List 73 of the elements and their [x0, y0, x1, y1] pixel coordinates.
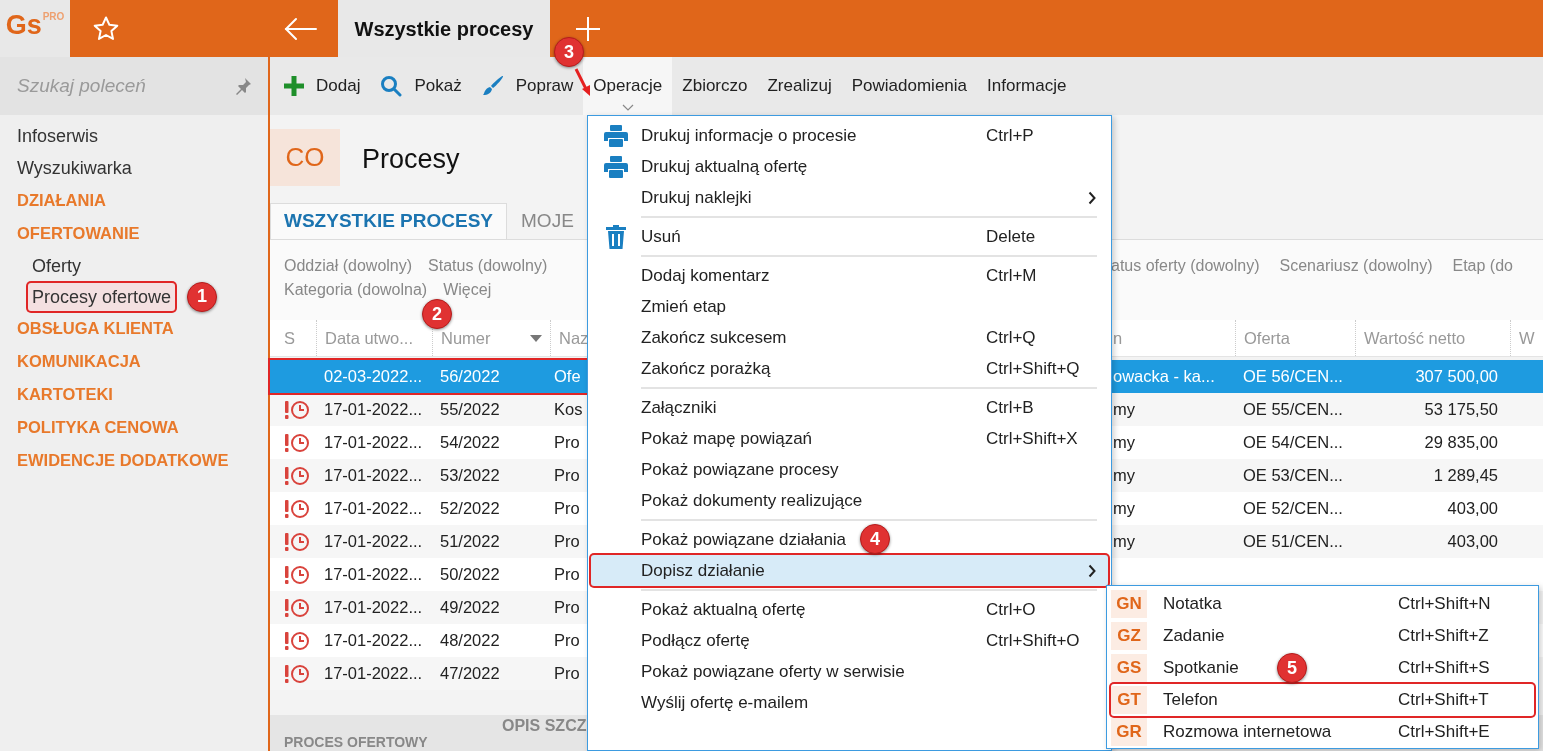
- shortcut-text: Ctrl+Shift+O: [986, 629, 1081, 652]
- table-cell-text: 17-01-2022...: [324, 531, 423, 553]
- table-cell-text: 47/2022: [440, 663, 500, 685]
- table-cell-text: OE 56/CEN...: [1243, 366, 1343, 388]
- table-cell-text: 29 835,00: [1424, 432, 1498, 454]
- logo-label: PRO: [42, 12, 65, 22]
- shortcut-text: Ctrl+M: [986, 264, 1038, 287]
- callout-badge: 4: [860, 524, 890, 554]
- table-cell-text: OE 54/CEN...: [1243, 432, 1343, 454]
- table-cell-text: my: [1113, 465, 1135, 487]
- table-cell-text: 49/2022: [440, 597, 500, 619]
- table-cell-text: 403,00: [1447, 498, 1498, 520]
- module-badge: CO: [270, 129, 340, 186]
- table-cell-text: 02-03-2022...: [324, 366, 423, 388]
- table-cell-text: 50/2022: [440, 564, 500, 586]
- table-cell-text: 17-01-2022...: [324, 663, 423, 685]
- table-cell-text: 17-01-2022...: [324, 564, 423, 586]
- table-cell-text: 55/2022: [440, 399, 500, 421]
- table-cell-text: Pro: [554, 564, 580, 586]
- table-cell-text: OE 53/CEN...: [1243, 465, 1343, 487]
- table-cell-text: my: [1113, 531, 1135, 553]
- table-cell-text: 17-01-2022...: [324, 630, 423, 652]
- type-badge: GZ: [1111, 622, 1147, 650]
- shortcut-text: Ctrl+Shift+S: [1398, 657, 1491, 680]
- shortcut-text: Ctrl+Shift+Z: [1398, 625, 1490, 648]
- table-cell-text: 17-01-2022...: [324, 597, 423, 619]
- table-cell-text: 17-01-2022...: [324, 465, 423, 487]
- table-cell-text: 53/2022: [440, 465, 500, 487]
- shortcut-text: Ctrl+Shift+N: [1398, 593, 1492, 616]
- logo-text: Gs: [5, 12, 42, 39]
- type-badge: GR: [1111, 718, 1147, 746]
- callout-badge: 5: [1277, 653, 1307, 683]
- table-cell-text: 51/2022: [440, 531, 500, 553]
- shortcut-text: Ctrl+Shift+E: [1398, 721, 1491, 744]
- shortcut-text: Ctrl+Q: [986, 326, 1037, 349]
- table-cell-text: Pro: [554, 663, 580, 685]
- table-cell-text: 56/2022: [440, 366, 500, 388]
- table-cell-text: Kos: [554, 399, 583, 421]
- table-cell-text: OE 52/CEN...: [1243, 498, 1343, 520]
- shortcut-text: Ctrl+Shift+Q: [986, 357, 1081, 380]
- shortcut-text: Ctrl+Shift+X: [986, 427, 1079, 450]
- shortcut-text: Ctrl+O: [986, 598, 1037, 621]
- table-cell-text: 17-01-2022...: [324, 399, 423, 421]
- table-cell-text: 52/2022: [440, 498, 500, 520]
- shortcut-text: Ctrl+P: [986, 124, 1035, 147]
- table-cell-text: 17-01-2022...: [324, 432, 423, 454]
- table-cell-text: OE 51/CEN...: [1243, 531, 1343, 553]
- table-cell-text: 1 289,45: [1433, 465, 1498, 487]
- table-cell-text: Pro: [554, 498, 580, 520]
- table-cell-text: Pro: [554, 531, 580, 553]
- type-badge: GT: [1111, 686, 1147, 714]
- table-cell-text: Ofe: [554, 366, 581, 388]
- shortcut-text: Delete: [986, 225, 1037, 248]
- table-cell-text: 48/2022: [440, 630, 500, 652]
- table-cell-text: 17-01-2022...: [324, 498, 423, 520]
- table-cell-text: Pro: [554, 597, 580, 619]
- table-cell-text: my: [1113, 399, 1135, 421]
- table-cell-text: Pro: [554, 465, 580, 487]
- type-badge: GS: [1111, 654, 1147, 682]
- table-cell-text: my: [1113, 432, 1135, 454]
- shortcut-text: Ctrl+B: [986, 396, 1035, 419]
- page-title: Procesy: [362, 143, 460, 176]
- table-cell-text: 403,00: [1447, 531, 1498, 553]
- table-cell-text: 53 175,50: [1424, 399, 1498, 421]
- table-cell-text: 54/2022: [440, 432, 500, 454]
- table-cell-text: owacka - ka...: [1113, 366, 1215, 388]
- table-cell-text: OE 55/CEN...: [1243, 399, 1343, 421]
- table-cell-text: my: [1113, 498, 1135, 520]
- table-cell-text: Pro: [554, 630, 580, 652]
- table-cell-text: 307 500,00: [1415, 366, 1498, 388]
- callout-badge: 1: [187, 281, 218, 312]
- table-cell-text: Pro: [554, 432, 580, 454]
- type-badge: GN: [1111, 590, 1147, 618]
